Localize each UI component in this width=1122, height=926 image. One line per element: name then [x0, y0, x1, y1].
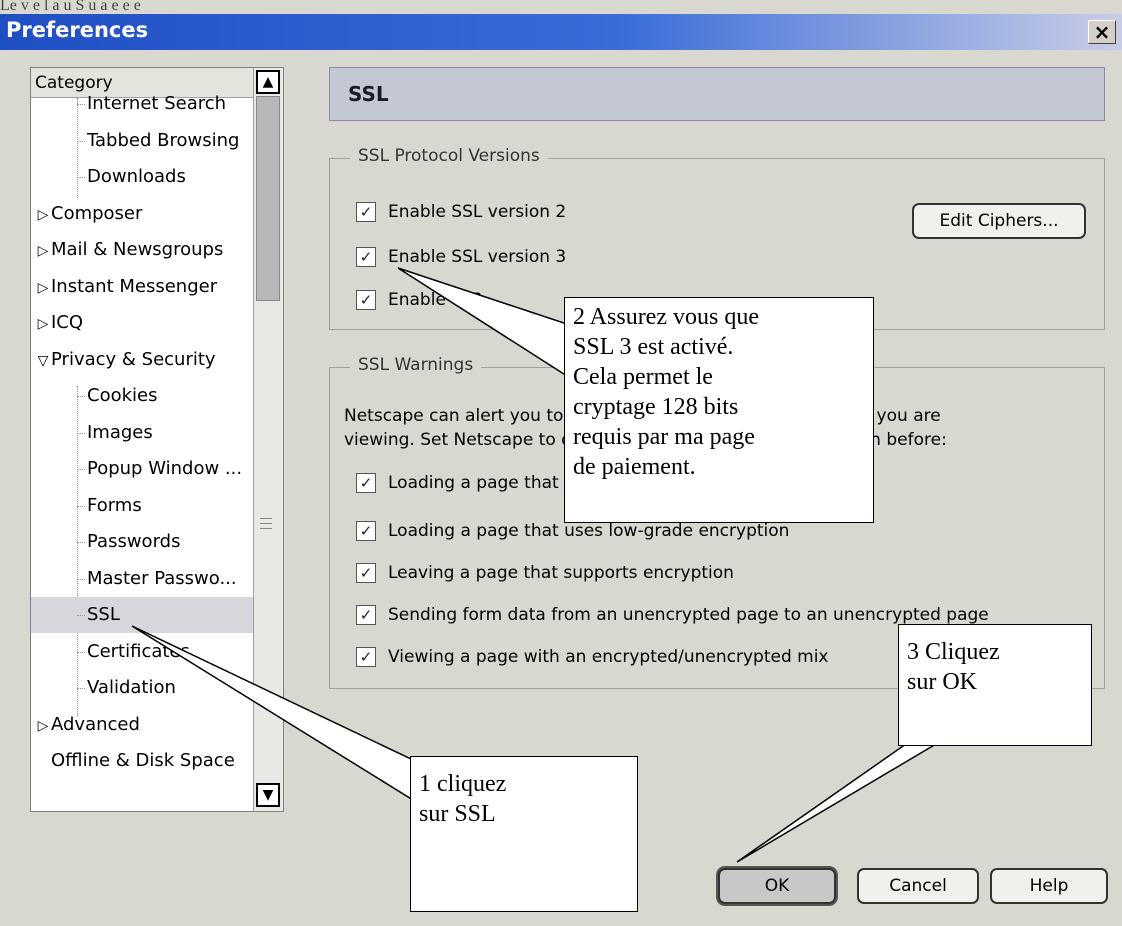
callout-text: sur SSL: [419, 801, 496, 827]
callout-text: sur OK: [907, 669, 977, 695]
callout-text: cryptage 128 bits: [573, 394, 739, 420]
callout-step-2: 2 Assurez vous que SSL 3 est activé. Cel…: [564, 297, 874, 523]
callout-2-pointer: [397, 267, 568, 378]
callout-text: Cela permet le: [573, 364, 713, 390]
callout-text: 1 cliquez: [419, 771, 507, 797]
callout-step-3: 3 Cliquez sur OK: [898, 624, 1092, 746]
callout-text: de paiement.: [573, 454, 696, 480]
callout-text: requis par ma page: [573, 424, 755, 450]
callout-1-pointer: [131, 625, 414, 802]
callout-3-pointer: [736, 743, 939, 863]
callout-text: SSL 3 est activé.: [573, 334, 734, 360]
callout-step-1: 1 cliquez sur SSL: [410, 756, 638, 912]
callout-text: 2 Assurez vous que: [573, 304, 759, 330]
callout-text: 3 Cliquez: [907, 639, 1000, 665]
